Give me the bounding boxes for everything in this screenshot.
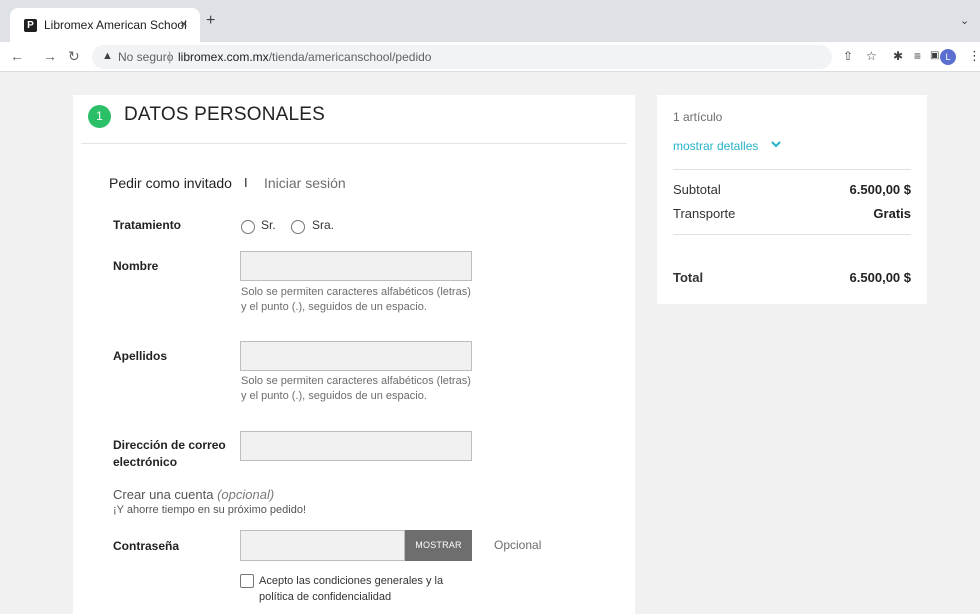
divider — [673, 169, 911, 170]
treatment-label: Tratamiento — [113, 218, 182, 232]
total-label: Total — [673, 270, 704, 285]
new-tab-button[interactable]: + — [206, 13, 215, 29]
radio-sr[interactable] — [241, 220, 255, 234]
tab-search-icon[interactable]: ⌄ — [960, 14, 969, 27]
total-value: 6.500,00 $ — [849, 270, 911, 285]
radio-sr-label[interactable]: Sr. — [261, 218, 276, 232]
warning-icon[interactable]: ▲ — [102, 50, 113, 62]
radio-sra[interactable] — [291, 220, 305, 234]
close-tab-icon[interactable]: × — [180, 16, 188, 31]
security-status[interactable]: No seguro — [118, 50, 173, 64]
star-icon[interactable]: ☆ — [866, 49, 877, 63]
show-details-link[interactable]: mostrar detalles — [673, 139, 758, 153]
create-account-title: Crear una cuenta (opcional) — [113, 487, 274, 502]
radio-sra-label[interactable]: Sra. — [312, 218, 334, 232]
shipping-value: Gratis — [873, 206, 911, 221]
create-account-subtitle: ¡Y ahorre tiempo en su próximo pedido! — [113, 504, 307, 516]
show-password-button[interactable]: MOSTRAR — [405, 530, 472, 561]
url-domain: libromex.com.mx — [178, 50, 269, 64]
divider — [81, 143, 627, 144]
guest-checkout-tab[interactable]: Pedir como invitado — [109, 175, 232, 191]
favicon-icon: P — [24, 19, 37, 32]
surname-label: Apellidos — [113, 349, 168, 363]
side-panel-icon[interactable]: ▣ — [930, 49, 939, 63]
subtotal-label: Subtotal — [673, 182, 721, 197]
name-field[interactable] — [240, 251, 472, 281]
chevron-down-icon[interactable] — [770, 138, 782, 150]
terms-label[interactable]: Acepto las condiciones generales y la po… — [259, 573, 479, 605]
divider — [673, 234, 911, 235]
share-icon[interactable]: ⇧ — [843, 49, 853, 63]
name-help-text: Solo se permiten caracteres alfabéticos … — [241, 286, 471, 313]
url-text[interactable]: libromex.com.mx/tienda/americanschool/pe… — [178, 50, 431, 64]
subtotal-value: 6.500,00 $ — [849, 182, 911, 197]
reading-list-icon[interactable]: ≡ — [914, 49, 921, 63]
email-field[interactable] — [240, 431, 472, 461]
profile-avatar[interactable]: L — [940, 49, 956, 65]
shipping-label: Transporte — [673, 206, 736, 221]
browser-tab-bar: P Libromex American School × + ⌄ — [0, 0, 980, 42]
personal-data-panel: 1 DATOS PERSONALES Pedir como invitado I… — [73, 95, 635, 614]
step-number-badge: 1 — [88, 105, 111, 128]
extensions-icon[interactable]: ✱ — [893, 49, 903, 63]
url-path: /tienda/americanschool/pedido — [268, 50, 432, 64]
tab-title: Libromex American School — [44, 18, 187, 32]
login-tab[interactable]: Iniciar sesión — [264, 175, 346, 191]
name-label: Nombre — [113, 259, 159, 273]
surname-field[interactable] — [240, 341, 472, 371]
address-bar[interactable]: ▲ No seguro | libromex.com.mx/tienda/ame… — [92, 45, 832, 69]
password-field[interactable] — [240, 530, 405, 561]
back-icon[interactable]: ← — [10, 48, 24, 64]
order-summary: 1 artículo mostrar detalles Subtotal 6.5… — [657, 95, 927, 304]
create-account-optional: (opcional) — [217, 487, 275, 502]
surname-help-text: Solo se permiten caracteres alfabéticos … — [241, 375, 471, 402]
browser-toolbar: ← → ↻ ▲ No seguro | libromex.com.mx/tien… — [0, 42, 980, 72]
terms-checkbox[interactable] — [240, 574, 254, 588]
reload-icon[interactable]: ↻ — [68, 48, 80, 64]
password-optional-note: Opcional — [494, 538, 542, 552]
menu-icon[interactable]: ⋮ — [968, 48, 980, 64]
page-title: DATOS PERSONALES — [124, 104, 326, 125]
forward-icon[interactable]: → — [43, 48, 57, 64]
email-label: Dirección de correo electrónico — [113, 438, 226, 469]
url-separator: | — [168, 49, 172, 64]
tab-separator: I — [244, 175, 248, 190]
browser-tab[interactable]: P Libromex American School × — [10, 8, 200, 42]
create-account-text: Crear una cuenta — [113, 487, 214, 502]
password-label: Contraseña — [113, 539, 180, 553]
items-count: 1 artículo — [673, 110, 723, 124]
